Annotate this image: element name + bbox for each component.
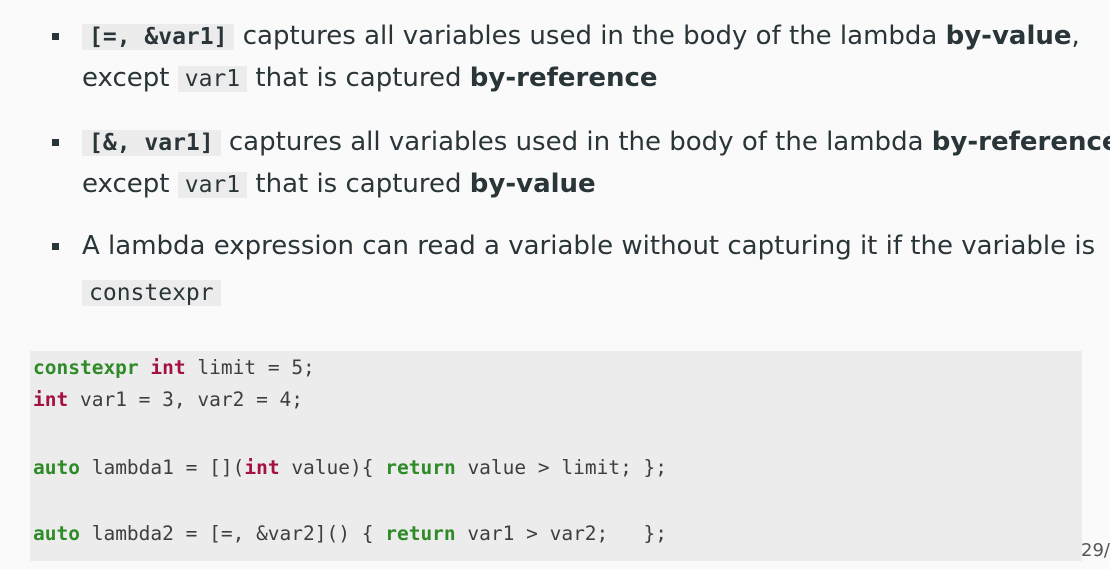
bullet-line: A lambda expression can read a variable … (82, 224, 1102, 268)
code-text: value > limit; }; (455, 456, 668, 479)
bullet-line: constexpr (82, 270, 1102, 315)
inline-code: [=, &var1] (82, 24, 235, 50)
code-text: var1 = 3, var2 = 4; (68, 388, 304, 411)
bullet-text: captures all variables used in the body … (234, 21, 946, 51)
inline-code: constexpr (82, 280, 221, 306)
inline-code: var1 (177, 66, 248, 92)
keyword: auto (33, 456, 80, 479)
code-line: auto lambda2 = [=, &var2]() { return var… (33, 523, 667, 545)
keyword: int (33, 388, 69, 411)
code-line: int var1 = 3, var2 = 4; (33, 389, 303, 411)
bold-term: by-value (945, 21, 1072, 51)
inline-code: var1 (177, 172, 248, 198)
code-block: constexpr int limit = 5; int var1 = 3, v… (30, 351, 1082, 561)
bullet-marker (52, 243, 59, 250)
bullet-marker (52, 139, 59, 146)
keyword: int (150, 356, 186, 379)
keyword: return (385, 522, 456, 545)
inline-code: [&, var1] (82, 130, 221, 156)
keyword: auto (33, 522, 80, 545)
code-text: value){ (279, 456, 386, 479)
page-number: 29/ (1081, 540, 1110, 561)
bullet-line: except var1 that is captured by-referenc… (82, 56, 1102, 101)
bullet-text: that is captured (247, 169, 470, 199)
keyword: return (385, 456, 456, 479)
bullet-text: that is captured (247, 63, 470, 93)
code-text: lambda2 = [=, &var2]() { (79, 522, 386, 545)
code-text: var1 > var2; }; (455, 522, 667, 545)
bullet-text: except (82, 63, 178, 93)
bold-term: by-reference (931, 127, 1110, 157)
bold-term: by-reference (469, 63, 658, 93)
bullet-text: , (1071, 21, 1080, 51)
code-line: auto lambda1 = [](int value){ return val… (33, 457, 667, 479)
keyword: constexpr (33, 356, 139, 379)
bold-term: by-value (469, 169, 596, 199)
bullet-text: captures all variables used in the body … (220, 127, 932, 157)
bullet-text: A lambda expression can read a variable … (82, 231, 1096, 261)
bullet-text: except (82, 169, 178, 199)
bullet-marker (52, 33, 59, 40)
bullet-line: except var1 that is captured by-value (82, 162, 1102, 207)
keyword: int (244, 456, 280, 479)
bullet-line: [&, var1] captures all variables used in… (82, 120, 1110, 165)
bullet-line: [=, &var1] captures all variables used i… (82, 14, 1102, 59)
code-line: constexpr int limit = 5; (33, 357, 315, 379)
code-text: limit = 5; (185, 356, 315, 379)
code-text: lambda1 = []( (79, 456, 245, 479)
